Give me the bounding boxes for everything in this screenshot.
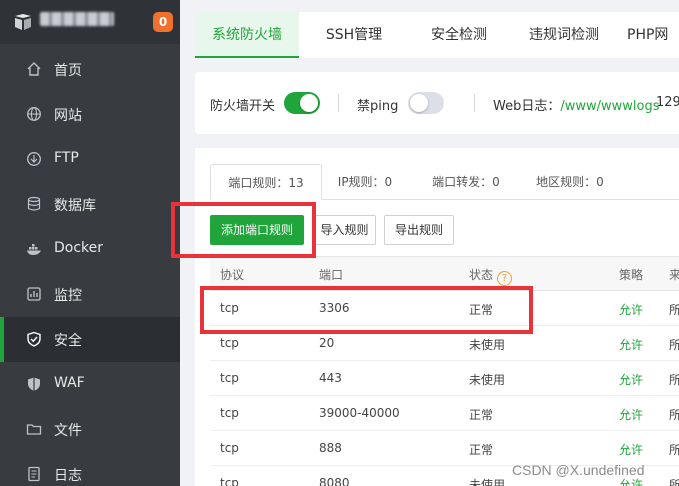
weblog-label: Web日志：/www/wwwlogs <box>493 95 660 114</box>
cell-port: 888 <box>319 441 342 455</box>
firewall-switch-label: 防火墙开关 <box>210 99 276 114</box>
top-tab-bar: 系统防火墙 SSH管理 安全检测 违规词检测 PHP网 <box>195 12 679 58</box>
docker-icon <box>27 244 41 255</box>
cell-port: 8080 <box>319 476 350 486</box>
logo-icon <box>15 14 31 30</box>
cell-policy: 允许 <box>619 408 644 422</box>
weblog-size: 129 <box>656 95 679 110</box>
cell-status: 正常 <box>469 408 494 422</box>
cell-status: 未使用 <box>469 478 506 486</box>
home-icon <box>27 62 41 76</box>
globe-icon <box>27 107 41 121</box>
sidebar-item-label: 文件 <box>54 423 82 439</box>
cell-source: 所 <box>669 303 679 317</box>
monitor-icon <box>27 287 41 301</box>
cell-protocol: tcp <box>220 371 239 385</box>
sidebar-item-website[interactable]: 网站 <box>0 92 180 137</box>
cell-protocol: tcp <box>220 336 239 350</box>
sidebar: 0 首页 网站 FTP 数据库 Docker 监控 安全 WAF 文件 日志 <box>0 0 180 486</box>
cell-policy: 允许 <box>619 303 644 317</box>
tab-region-rules[interactable]: 地区规则：0 <box>529 164 611 200</box>
tab-php[interactable]: PHP网 <box>627 12 679 58</box>
tab-port-forward[interactable]: 端口转发：0 <box>425 164 507 200</box>
ping-toggle[interactable] <box>408 92 444 114</box>
cell-source: 所 <box>669 373 679 387</box>
sidebar-item-label: 监控 <box>54 288 82 304</box>
import-rules-button[interactable]: 导入规则 <box>313 215 376 245</box>
tab-port-rules[interactable]: 端口规则：13 <box>210 164 322 200</box>
cell-protocol: tcp <box>220 476 239 486</box>
column-policy: 策略 <box>619 268 644 282</box>
cell-status: 未使用 <box>469 338 506 352</box>
tab-system-firewall[interactable]: 系统防火墙 <box>195 12 299 58</box>
sidebar-item-label: 首页 <box>54 63 82 79</box>
column-protocol: 协议 <box>220 268 245 282</box>
tab-ssh-management[interactable]: SSH管理 <box>299 12 409 58</box>
shield-icon <box>27 331 41 347</box>
weblog-label-text: Web日志： <box>493 99 561 114</box>
annotation-box-port-3306-row <box>200 286 533 334</box>
database-icon <box>27 196 41 211</box>
sidebar-item-database[interactable]: 数据库 <box>0 182 180 227</box>
column-status-label: 状态 <box>469 268 494 282</box>
table-row[interactable]: tcp 888 正常 允许 所 <box>210 431 679 466</box>
tab-violation-word-check[interactable]: 违规词检测 <box>509 12 619 58</box>
sidebar-item-home[interactable]: 首页 <box>0 47 180 92</box>
brand-header: 0 <box>0 0 180 44</box>
cell-protocol: tcp <box>220 441 239 455</box>
folder-icon <box>26 424 42 435</box>
tab-ip-rules[interactable]: IP规则：0 <box>331 164 399 200</box>
cell-source: 所 <box>669 338 679 352</box>
table-row[interactable]: tcp 443 未使用 允许 所 <box>210 361 679 396</box>
sidebar-item-label: 安全 <box>54 333 82 349</box>
toggle-knob <box>300 94 318 112</box>
column-status: 状态? <box>469 266 513 286</box>
toggle-knob <box>410 94 428 112</box>
cell-status: 正常 <box>469 443 494 457</box>
sidebar-item-waf[interactable]: WAF <box>0 362 180 407</box>
notification-badge[interactable]: 0 <box>153 12 173 32</box>
column-source: 来 <box>669 268 679 282</box>
waf-shield-icon <box>28 377 40 391</box>
sidebar-item-label: WAF <box>54 375 85 391</box>
divider <box>474 94 475 112</box>
cell-policy: 允许 <box>619 443 644 457</box>
log-icon <box>28 466 40 482</box>
cell-source: 所 <box>669 408 679 422</box>
firewall-controls-bar: 防火墙开关 禁ping Web日志：/www/wwwlogs 129 <box>195 72 679 134</box>
sidebar-item-label: 日志 <box>54 468 82 484</box>
ping-switch-label: 禁ping <box>357 99 399 114</box>
cell-source: 所 <box>669 443 679 457</box>
column-port: 端口 <box>319 268 344 282</box>
sidebar-item-docker[interactable]: Docker <box>0 227 180 272</box>
sidebar-item-monitor[interactable]: 监控 <box>0 272 180 317</box>
cell-port: 443 <box>319 371 342 385</box>
cell-port: 20 <box>319 336 335 350</box>
sidebar-item-label: Docker <box>54 240 104 256</box>
ftp-icon <box>27 152 41 166</box>
divider <box>338 94 339 112</box>
table-row[interactable]: tcp 39000-40000 正常 允许 所 <box>210 396 679 431</box>
weblog-path-link[interactable]: /www/wwwlogs <box>560 99 659 114</box>
cell-policy: 允许 <box>619 338 644 352</box>
cell-port: 39000-40000 <box>319 406 400 420</box>
tab-security-check[interactable]: 安全检测 <box>409 12 509 58</box>
annotation-box-add-button <box>171 202 316 258</box>
export-rules-button[interactable]: 导出规则 <box>384 215 454 245</box>
sidebar-item-files[interactable]: 文件 <box>0 407 180 452</box>
cell-policy: 允许 <box>619 373 644 387</box>
watermark: CSDN @X.undefined <box>512 462 645 478</box>
sidebar-item-logs[interactable]: 日志 <box>0 452 180 486</box>
sidebar-item-security[interactable]: 安全 <box>0 317 180 362</box>
sidebar-item-label: 网站 <box>54 108 82 124</box>
sidebar-item-label: 数据库 <box>54 198 96 214</box>
firewall-toggle[interactable] <box>284 92 320 114</box>
sidebar-item-ftp[interactable]: FTP <box>0 137 180 182</box>
cell-status: 未使用 <box>469 373 506 387</box>
server-name-blurred <box>40 12 114 26</box>
cell-protocol: tcp <box>220 406 239 420</box>
sidebar-item-label: FTP <box>54 150 79 166</box>
cell-source: 所 <box>669 478 679 486</box>
help-icon[interactable]: ? <box>497 271 513 286</box>
